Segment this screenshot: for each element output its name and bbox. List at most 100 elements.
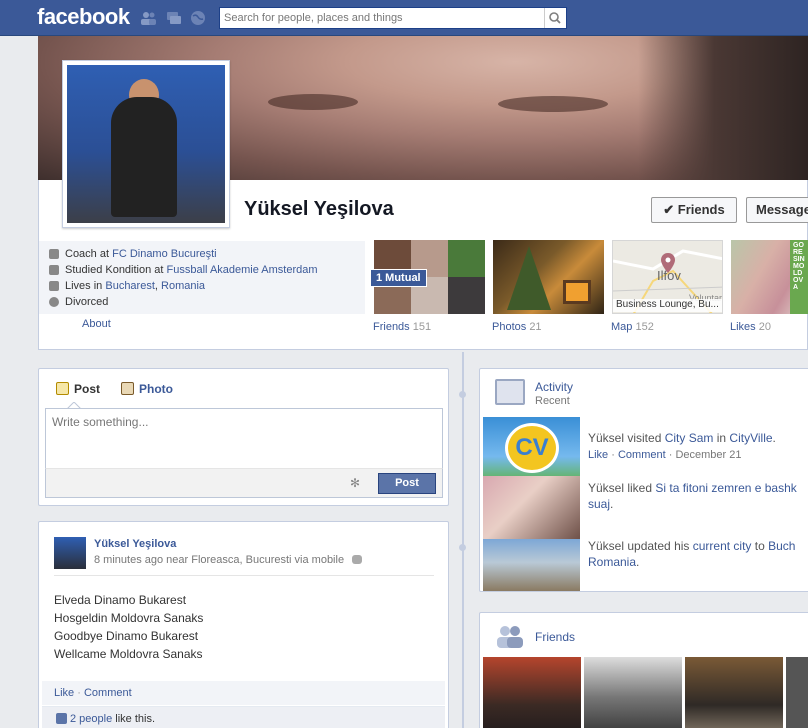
city-link[interactable]: Bucharest [105,280,155,292]
current-city-link[interactable]: current city [693,539,752,553]
activity-like-link[interactable]: Like [588,449,608,461]
friend-photo[interactable] [685,657,783,728]
map-count: 152 [635,321,654,333]
activity-text: to [751,539,769,553]
like-link[interactable]: Like [54,687,74,699]
bucharest-link[interactable]: Buch [768,539,795,553]
write-box[interactable] [45,408,443,468]
search-button[interactable] [544,8,566,28]
cover-detail [268,94,358,110]
friend-photo[interactable] [584,657,682,728]
notifications-globe-icon[interactable] [190,10,206,26]
liked-page-link[interactable]: Si ta fitoni zemren e bashk [655,481,796,495]
info-work: Coach at FC Dinamo Bucureşti [49,246,217,262]
city-sam-link[interactable]: City Sam [665,431,714,445]
post-button[interactable]: Post [378,473,436,494]
briefcase-icon [49,249,59,259]
activity-item-visit: Yüksel visited City Sam in CityVille. [588,431,776,445]
cityville-image[interactable]: CV [483,417,580,483]
search-input[interactable] [220,8,540,28]
friends-thumb-label[interactable]: Friends 151 [373,321,431,333]
info-study-label: Studied Kondition at [65,264,167,276]
top-bar: facebook [0,0,808,36]
friends-icon [497,626,523,648]
map-link[interactable]: Map [611,321,632,333]
info-relationship: Divorced [49,294,109,310]
search-box[interactable] [219,7,567,29]
friend-requests-icon[interactable] [140,10,156,26]
cover-detail [498,96,608,112]
friends-title[interactable]: Friends [535,630,575,644]
post-text-line: Elveda Dinamo Bukarest [54,593,187,607]
city-image[interactable] [483,539,580,591]
message-button[interactable]: Message [746,197,808,223]
activity-text: Yüksel updated his [588,539,693,553]
post-text-line: Goodbye Dinamo Bukarest [54,629,199,643]
liked-page-link-cont[interactable]: suaj [588,497,610,511]
photos-thumbnail[interactable] [493,240,604,314]
profile-info-box: Coach at FC Dinamo Bucureşti Studied Kon… [39,241,365,314]
avatar[interactable] [54,537,86,569]
info-study: Studied Kondition at Fussball Akademie A… [49,262,318,278]
activity-title[interactable]: Activity [535,380,573,394]
friends-box: Friends [479,612,808,728]
friend-mini-photo [448,277,485,314]
mutual-friends-badge[interactable]: 1 Mutual [370,269,427,287]
map-thumb-label[interactable]: Map 152 [611,321,654,333]
post-meta: 8 minutes ago near Floreasca, Bucuresti … [94,554,363,566]
post-text-line: Hosgeldin Moldovra Sanaks [54,611,204,625]
photos-thumb-label[interactable]: Photos 21 [492,321,542,333]
activity-date[interactable]: December 21 [675,449,741,461]
likers-link[interactable]: 2 people [70,713,112,725]
friends-link[interactable]: Friends [373,321,410,333]
post-text-line: Wellcame Moldovra Sanaks [54,647,203,661]
profile-photo-image [67,65,225,223]
activity-text: . [772,431,776,445]
status-input[interactable] [46,409,442,468]
friends-button[interactable]: ✔ Friends [651,197,737,223]
post-author-link[interactable]: Yüksel Yeşilova [94,538,176,550]
info-work-label: Coach at [65,248,113,260]
activity-icon [495,379,525,405]
activity-item-city: Yüksel updated his current city to Buch [588,539,795,553]
romania-link[interactable]: Romania [588,555,636,569]
profile-name[interactable]: Yüksel Yeşilova [244,198,394,221]
home-icon [49,281,59,291]
facebook-logo[interactable]: facebook [37,4,130,30]
action-separator: · [74,687,84,699]
activity-text: . [636,555,640,569]
profile-picture[interactable] [62,60,230,228]
likes-thumb-label[interactable]: Likes 20 [730,321,771,333]
country-link[interactable]: Romania [161,280,205,292]
photos-count: 21 [529,321,542,333]
audience-gear-icon[interactable]: ✻ [350,476,360,490]
likes-thumbnail[interactable]: GORESINMOLDOVA [731,240,808,314]
info-lives-label: Lives in [65,280,106,292]
about-link[interactable]: About [82,318,111,330]
profile-photo-detail [111,97,177,217]
friend-mini-photo [448,240,485,277]
photos-link[interactable]: Photos [492,321,526,333]
activity-comment-link[interactable]: Comment [618,449,666,461]
relationship-status: Divorced [65,296,109,308]
activity-text: . [610,497,614,511]
comment-link[interactable]: Comment [84,687,132,699]
work-link[interactable]: FC Dinamo Bucureşti [112,248,217,260]
cityville-link[interactable]: CityVille [729,431,772,445]
timeline-dot [459,391,466,398]
friend-photo[interactable] [786,657,808,728]
timeline-dot [459,544,466,551]
map-place-label: Business Lounge, Bu... [613,299,722,312]
likes-banner: GORESINMOLDOVA [790,240,808,314]
tab-post[interactable]: Post [56,382,100,396]
map-thumbnail[interactable]: Ilfov Voluntari Business Lounge, Bu... [612,240,723,314]
liked-page-image[interactable] [483,476,580,542]
friend-photo[interactable] [483,657,581,728]
privacy-friends-icon[interactable] [352,555,363,564]
messages-icon[interactable] [166,10,182,26]
post-composer: Post Photo ✻ Post [38,368,449,506]
post-meta-text[interactable]: 8 minutes ago near Floreasca, Bucuresti … [94,554,344,566]
likes-link[interactable]: Likes [730,321,756,333]
tab-photo[interactable]: Photo [121,382,173,396]
school-link[interactable]: Fussball Akademie Amsterdam [167,264,318,276]
